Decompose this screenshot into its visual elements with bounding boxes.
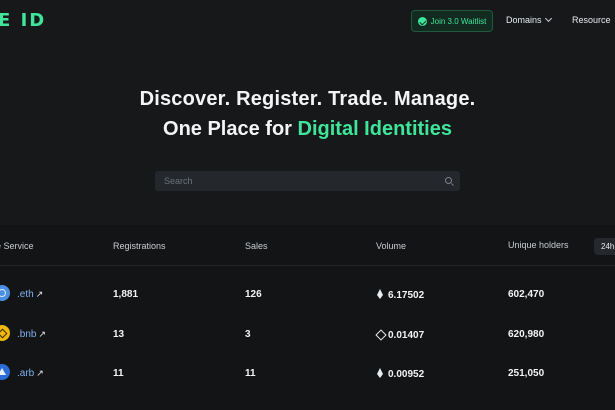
column-header-holders[interactable]: Unique holders	[508, 240, 569, 250]
volume-value: 0.00952	[388, 369, 425, 380]
sales-value: 3	[245, 329, 251, 340]
tld-link[interactable]: .bnb ↗	[17, 329, 46, 340]
header-divider	[0, 265, 615, 266]
logo[interactable]: E ID	[0, 10, 46, 31]
column-header-volume[interactable]: Volume	[376, 241, 406, 251]
column-header-registrations[interactable]: Registrations	[113, 241, 166, 251]
join-waitlist-label: Join 3.0 Waitlist	[430, 16, 487, 26]
external-link-icon: ↗	[35, 289, 44, 299]
bnb-icon	[376, 329, 384, 339]
check-circle-icon	[417, 16, 427, 26]
bnb-icon	[0, 325, 10, 341]
volume-value: 6.17502	[388, 290, 425, 301]
sales-value: 126	[245, 289, 262, 300]
holders-value: 251,050	[508, 368, 545, 379]
nav-resource-menu[interactable]: Resource	[572, 15, 611, 25]
column-header-service: e Service	[0, 241, 34, 251]
table-row[interactable]: .eth ↗ 1,881 126 6.17502 602,470	[0, 277, 615, 317]
nav-domains-menu[interactable]: Domains	[506, 14, 552, 25]
eth-icon	[376, 289, 384, 299]
sales-value: 11	[245, 368, 256, 379]
holders-value: 620,980	[508, 329, 545, 340]
eth-icon	[376, 368, 384, 378]
chevron-down-icon	[544, 14, 552, 23]
volume-cell: 0.01407	[376, 329, 424, 341]
tld-name: .bnb	[17, 329, 37, 340]
arb-icon	[0, 364, 10, 380]
volume-cell: 0.00952	[376, 368, 424, 380]
nav-domains-label: Domains	[506, 15, 542, 25]
table-row[interactable]: .arb ↗ 11 11 0.00952 251,050	[0, 356, 615, 396]
external-link-icon: ↗	[38, 329, 47, 339]
period-selector[interactable]: 24h	[594, 238, 615, 255]
top-navbar: E ID Join 3.0 Waitlist Domains Resource	[0, 0, 615, 42]
hero-subheadline: One Place for Digital Identities	[0, 118, 615, 141]
table-row[interactable]: .bnb ↗ 13 3 0.01407 620,980	[0, 317, 615, 357]
holders-value: 602,470	[508, 289, 545, 300]
hero-accent-text: Digital Identities	[297, 118, 452, 140]
hero-headline: Discover. Register. Trade. Manage.	[139, 88, 476, 110]
tld-name: .eth	[17, 289, 34, 300]
tld-link[interactable]: .eth ↗	[17, 289, 43, 300]
external-link-icon: ↗	[36, 368, 44, 378]
volume-value: 0.01407	[388, 330, 425, 341]
eth-icon	[0, 285, 10, 301]
tld-name: .arb	[17, 368, 35, 379]
hero-subheadline-prefix: One Place for	[163, 118, 298, 140]
column-header-sales[interactable]: Sales	[245, 241, 268, 251]
join-waitlist-button[interactable]: Join 3.0 Waitlist	[411, 10, 493, 32]
volume-cell: 6.17502	[376, 289, 424, 301]
tld-link[interactable]: .arb ↗	[17, 368, 44, 379]
registrations-value: 13	[113, 329, 125, 340]
search-input[interactable]	[155, 171, 460, 191]
search-icon[interactable]	[445, 177, 452, 184]
registrations-value: 1,881	[113, 289, 139, 300]
registrations-value: 11	[113, 368, 124, 379]
